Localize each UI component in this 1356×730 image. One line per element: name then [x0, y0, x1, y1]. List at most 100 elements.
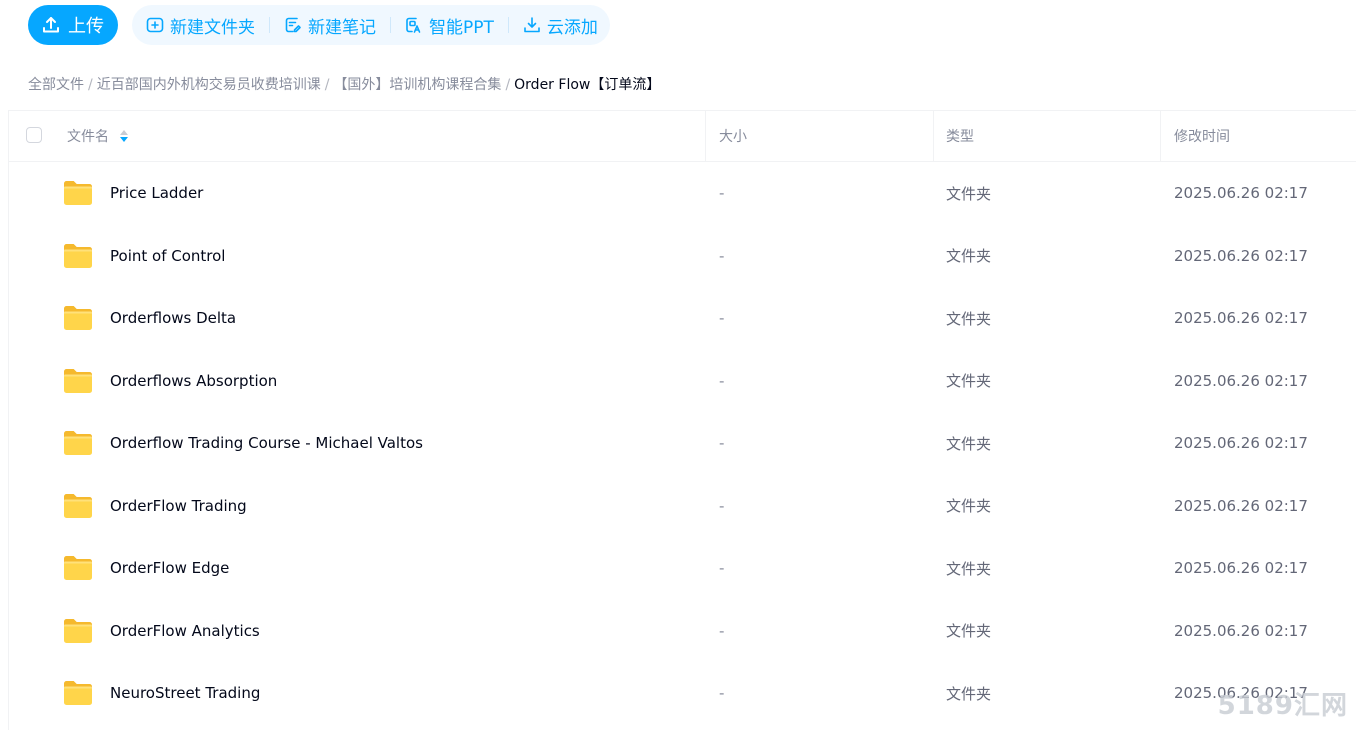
file-name[interactable]: Orderflows Delta: [110, 309, 236, 327]
file-name[interactable]: Orderflow Trading Course - Michael Valto…: [110, 434, 423, 452]
header-type-label: 类型: [946, 129, 974, 145]
folder-icon: [62, 554, 94, 582]
breadcrumb-course-collection[interactable]: 近百部国内外机构交易员收费培训课: [97, 77, 321, 93]
file-type: 文件夹: [946, 559, 992, 578]
file-type: 文件夹: [946, 497, 992, 516]
header-name-label: 文件名: [67, 129, 109, 145]
file-size: -: [719, 496, 725, 515]
file-size: -: [719, 621, 725, 640]
upload-icon: [42, 16, 60, 34]
file-name-cell[interactable]: NeuroStreet Trading: [62, 662, 260, 725]
file-table: 文件名 大小 类型 修改时间 Price Ladder - 文件夹 2025.06.2…: [9, 110, 1356, 725]
file-name[interactable]: OrderFlow Analytics: [110, 622, 260, 640]
file-modified: 2025.06.26 02:17: [1174, 496, 1308, 515]
file-name[interactable]: Orderflows Absorption: [110, 372, 277, 390]
file-name-cell[interactable]: OrderFlow Edge: [62, 537, 229, 600]
folder-icon: [62, 492, 94, 520]
upload-label: 上传: [68, 16, 104, 37]
file-name-cell[interactable]: Price Ladder: [62, 162, 203, 225]
file-type: 文件夹: [946, 684, 992, 703]
file-type: 文件夹: [946, 309, 992, 328]
folder-icon: [62, 242, 94, 270]
cloud-add-label: 云添加: [546, 17, 598, 38]
header-type[interactable]: 类型: [946, 111, 974, 161]
new-note-label: 新建笔记: [308, 17, 376, 38]
column-divider[interactable]: [933, 111, 934, 161]
file-modified: 2025.06.26 02:17: [1174, 621, 1308, 640]
smart-ppt-icon: [405, 16, 423, 34]
file-name[interactable]: OrderFlow Trading: [110, 497, 247, 515]
upload-button[interactable]: 上传: [28, 5, 118, 45]
file-size: -: [719, 309, 725, 328]
file-modified: 2025.06.26 02:17: [1174, 309, 1308, 328]
file-name-cell[interactable]: Orderflows Absorption: [62, 350, 277, 413]
folder-icon: [62, 367, 94, 395]
column-divider[interactable]: [705, 111, 706, 161]
toolbar: 上传 新建文件夹 新建笔记 智能PPT 云添加: [28, 5, 610, 45]
smart-ppt-button[interactable]: 智能PPT: [403, 13, 496, 38]
file-modified: 2025.06.26 02:17: [1174, 559, 1308, 578]
file-size: -: [719, 684, 725, 703]
breadcrumb-separator: /: [88, 77, 93, 93]
file-size: -: [719, 184, 725, 203]
header-modified[interactable]: 修改时间: [1174, 111, 1230, 161]
table-row[interactable]: OrderFlow Trading - 文件夹 2025.06.26 02:17: [9, 475, 1356, 538]
folder-icon: [62, 429, 94, 457]
file-type: 文件夹: [946, 434, 992, 453]
new-folder-label: 新建文件夹: [170, 17, 255, 38]
breadcrumb: 全部文件 / 近百部国内外机构交易员收费培训课 / 【国外】培训机构课程合集 / Order…: [28, 74, 660, 94]
file-name-cell[interactable]: Point of Control: [62, 225, 225, 288]
file-name[interactable]: Point of Control: [110, 247, 225, 265]
file-name-cell[interactable]: OrderFlow Trading: [62, 475, 247, 538]
table-row[interactable]: Point of Control - 文件夹 2025.06.26 02:17: [9, 225, 1356, 288]
table-row[interactable]: Orderflow Trading Course - Michael Valto…: [9, 412, 1356, 475]
file-name[interactable]: NeuroStreet Trading: [110, 684, 260, 702]
header-size-label: 大小: [719, 129, 747, 145]
header-size[interactable]: 大小: [719, 111, 747, 161]
header-modified-label: 修改时间: [1174, 129, 1230, 145]
table-row[interactable]: Orderflows Delta - 文件夹 2025.06.26 02:17: [9, 287, 1356, 350]
smart-ppt-label: 智能PPT: [429, 17, 494, 38]
column-divider[interactable]: [1160, 111, 1161, 161]
file-name-cell[interactable]: Orderflows Delta: [62, 287, 236, 350]
new-note-button[interactable]: 新建笔记: [282, 13, 378, 38]
new-folder-button[interactable]: 新建文件夹: [144, 13, 257, 38]
file-type: 文件夹: [946, 184, 992, 203]
file-name-cell[interactable]: OrderFlow Analytics: [62, 600, 260, 663]
table-row[interactable]: NeuroStreet Trading - 文件夹 2025.06.26 02:17: [9, 662, 1356, 725]
breadcrumb-foreign-courses[interactable]: 【国外】培训机构课程合集: [333, 77, 501, 93]
file-modified: 2025.06.26 02:17: [1174, 246, 1308, 265]
select-all-checkbox[interactable]: [26, 127, 42, 143]
folder-icon: [62, 617, 94, 645]
table-row[interactable]: Orderflows Absorption - 文件夹 2025.06.26 02:1…: [9, 350, 1356, 413]
divider: [507, 17, 509, 33]
cloud-add-button[interactable]: 云添加: [521, 13, 600, 38]
file-type: 文件夹: [946, 247, 992, 266]
header-name[interactable]: 文件名: [67, 111, 129, 161]
table-body: Price Ladder - 文件夹 2025.06.26 02:17 Point of…: [9, 162, 1356, 725]
file-size: -: [719, 559, 725, 578]
file-name[interactable]: Price Ladder: [110, 184, 203, 202]
file-name[interactable]: OrderFlow Edge: [110, 559, 229, 577]
table-header: 文件名 大小 类型 修改时间: [9, 110, 1356, 162]
breadcrumb-separator: /: [505, 77, 511, 93]
divider: [390, 17, 391, 33]
new-folder-icon: [146, 16, 164, 34]
file-name-cell[interactable]: Orderflow Trading Course - Michael Valto…: [62, 412, 423, 475]
new-note-icon: [284, 16, 302, 34]
cloud-add-icon: [523, 16, 541, 34]
table-row[interactable]: Price Ladder - 文件夹 2025.06.26 02:17: [9, 162, 1356, 225]
folder-icon: [62, 679, 94, 707]
file-modified: 2025.06.26 02:17: [1174, 371, 1308, 390]
folder-icon: [62, 179, 94, 207]
file-modified: 2025.06.26 02:17: [1174, 184, 1308, 203]
file-size: -: [719, 371, 725, 390]
breadcrumb-all-files[interactable]: 全部文件: [28, 77, 84, 93]
table-row[interactable]: OrderFlow Analytics - 文件夹 2025.06.26 02:17: [9, 600, 1356, 663]
table-row[interactable]: OrderFlow Edge - 文件夹 2025.06.26 02:17: [9, 537, 1356, 600]
actions-bar: 新建文件夹 新建笔记 智能PPT 云添加: [132, 5, 610, 45]
file-size: -: [719, 434, 725, 453]
sort-icon[interactable]: [119, 129, 129, 143]
file-type: 文件夹: [946, 372, 992, 391]
breadcrumb-separator: /: [324, 77, 330, 93]
